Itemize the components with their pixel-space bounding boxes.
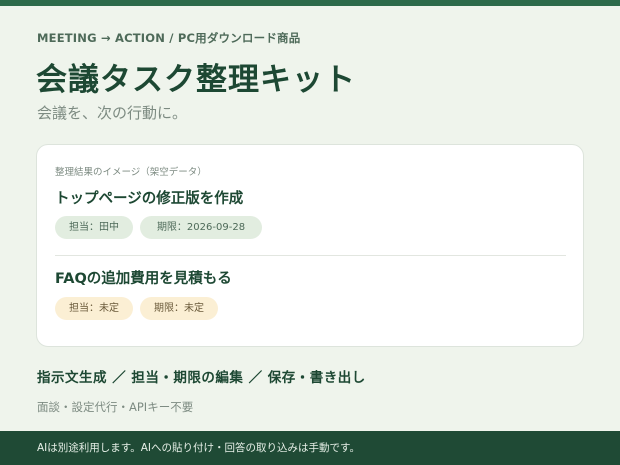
- assignee-chip: 担当：田中: [55, 216, 133, 239]
- page-title: 会議タスク整理キット: [36, 62, 356, 98]
- card-caption: 整理結果のイメージ（架空データ）: [55, 167, 207, 178]
- eyebrow-label: MEETING → ACTION / PC用ダウンロード商品: [37, 31, 301, 45]
- task-title: トップページの修正版を作成: [55, 191, 244, 207]
- deadline-chip: 期限：未定: [140, 297, 218, 320]
- footer-notice: AIは別途利用します。AIへの貼り付け・回答の取り込みは手動です。: [0, 431, 620, 465]
- task-divider: [55, 255, 566, 256]
- feature-note: 面談・設定代行・APIキー不要: [37, 400, 194, 414]
- task-title: FAQの追加費用を見積もる: [55, 271, 232, 287]
- task-preview-card: 整理結果のイメージ（架空データ） トップページの修正版を作成 担当：田中 期限：…: [36, 144, 584, 347]
- top-accent-bar: [0, 0, 620, 6]
- deadline-chip: 期限：2026-09-28: [140, 216, 262, 239]
- feature-list: 指示文生成 ／ 担当・期限の編集 ／ 保存・書き出し: [37, 370, 366, 386]
- assignee-chip: 担当：未定: [55, 297, 133, 320]
- page-subtitle: 会議を、次の行動に。: [37, 104, 188, 122]
